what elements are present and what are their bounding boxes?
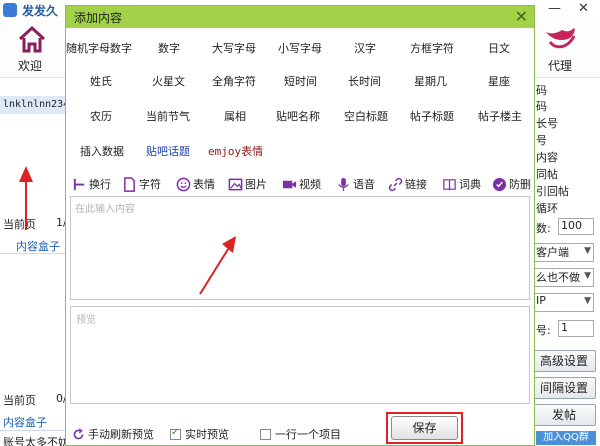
proxy-label[interactable]: 代理	[548, 57, 572, 74]
book-icon	[443, 178, 456, 190]
refresh-icon	[73, 427, 84, 439]
close-icon[interactable]: ✕	[578, 1, 589, 16]
preview-placeholder: 预览	[76, 315, 96, 326]
link-button[interactable]: 链接	[388, 173, 427, 195]
account-hint-text: 账号太多不妨	[3, 436, 69, 446]
right-item: 码	[536, 84, 547, 97]
dialog-bottom-bar: 手动刷新预览 实时预览 一行一个项目	[66, 420, 534, 446]
realtime-preview-checkbox[interactable]: 实时预览	[170, 426, 229, 442]
font-button[interactable]: 字符	[122, 173, 161, 195]
one-per-line-checkbox[interactable]: 一行一个项目	[260, 426, 341, 442]
red-arrow-up-left	[19, 166, 33, 230]
format-toolbar: 换行 字符 表情 图片 视频 语音 链接 词典 防删	[70, 173, 532, 195]
ip-select[interactable]: IP ▼	[532, 293, 594, 312]
mode-select[interactable]: 么也不做 ▼	[532, 268, 594, 287]
num-label: 号:	[536, 324, 551, 337]
tag-fullwidth[interactable]: 全角字符	[212, 73, 256, 89]
num-input[interactable]: 1	[558, 320, 594, 337]
left-panel: lnklnlnn234 当前页 1/ 内容盒子 当前页 0/ 内容盒子 账号太多…	[0, 78, 69, 446]
right-item: 长号	[536, 117, 558, 130]
preview-area: 预览	[70, 306, 530, 404]
chevron-down-icon: ▼	[584, 246, 591, 256]
right-item: 码	[536, 100, 547, 113]
tag-uppercase[interactable]: 大写字母	[212, 40, 256, 56]
tag-martian[interactable]: 火星文	[152, 73, 185, 89]
close-icon[interactable]: ✕	[515, 7, 528, 26]
count-input[interactable]: 100	[558, 218, 594, 235]
voice-button[interactable]: 语音	[336, 173, 375, 195]
right-panel: 码 码 长号 号 内容 同帖 引回帖 循环 数: 100 客户端 ▼ 么也不做 ▼ …	[530, 78, 600, 446]
smile-icon	[176, 177, 191, 191]
chevron-down-icon: ▼	[584, 271, 591, 281]
join-qq-button[interactable]: 加入QQ群	[536, 431, 596, 445]
newline-button[interactable]: 换行	[72, 173, 111, 195]
content-input-area[interactable]	[70, 196, 530, 300]
checkbox-icon[interactable]	[260, 428, 271, 440]
right-item: 引回帖	[536, 185, 569, 198]
right-item: 同帖	[536, 168, 558, 181]
count-label: 数:	[536, 222, 551, 235]
tag-long-time[interactable]: 长时间	[348, 73, 381, 89]
right-item: 循环	[536, 202, 558, 215]
anti-delete-button[interactable]: 防删	[492, 173, 531, 195]
image-button[interactable]: 图片	[228, 173, 267, 195]
checkbox-checked-icon[interactable]	[170, 427, 181, 440]
emjoy-button[interactable]: emjoy表情	[208, 143, 263, 159]
chevron-down-icon: ▼	[584, 296, 591, 306]
red-arrow-up-right	[199, 236, 236, 295]
app-logo-icon	[3, 3, 17, 17]
tag-short-time[interactable]: 短时间	[284, 73, 317, 89]
tag-japanese[interactable]: 日文	[488, 40, 510, 56]
tag-weekday[interactable]: 星期几	[414, 73, 447, 89]
tag-chinese-zodiac[interactable]: 属相	[224, 108, 246, 124]
tag-tieba-name[interactable]: 贴吧名称	[276, 108, 320, 124]
tag-lowercase[interactable]: 小写字母	[278, 40, 322, 56]
interval-settings-button[interactable]: 间隔设置	[532, 377, 596, 399]
home-icon[interactable]	[12, 24, 52, 54]
tieba-topic-button[interactable]: 贴吧话题	[146, 143, 190, 159]
save-button[interactable]: 保存	[391, 416, 458, 440]
tag-number[interactable]: 数字	[158, 40, 180, 56]
advanced-settings-button[interactable]: 高级设置	[532, 350, 596, 372]
app-title: 发发久	[22, 4, 59, 18]
minimize-icon[interactable]: —	[548, 1, 561, 16]
dialog-title: 添加内容	[74, 11, 123, 25]
bird-icon[interactable]	[540, 24, 580, 54]
font-icon	[124, 176, 135, 192]
newline-icon	[73, 178, 85, 190]
right-item: 内容	[536, 151, 558, 164]
video-button[interactable]: 视频	[282, 173, 321, 195]
right-item: 号	[536, 134, 547, 147]
microphone-icon	[338, 177, 349, 191]
tag-lunar[interactable]: 农历	[90, 108, 112, 124]
client-select[interactable]: 客户端 ▼	[532, 243, 594, 262]
welcome-label[interactable]: 欢迎	[18, 57, 42, 74]
emoji-button[interactable]: 表情	[176, 173, 215, 195]
image-icon	[228, 178, 243, 190]
tag-hanzi[interactable]: 汉字	[354, 40, 376, 56]
current-page-label-2: 当前页	[3, 394, 36, 407]
tag-box-char[interactable]: 方框字符	[410, 40, 454, 56]
insert-data-button[interactable]: 插入数据	[80, 143, 124, 159]
dictionary-button[interactable]: 词典	[442, 173, 481, 195]
content-textarea[interactable]	[71, 197, 529, 299]
tag-random-alnum[interactable]: 随机字母数字	[66, 40, 132, 56]
tag-solar-term[interactable]: 当前节气	[146, 108, 190, 124]
dialog-title-bar[interactable]: 添加内容 ✕	[66, 6, 534, 28]
tag-post-title[interactable]: 帖子标题	[410, 108, 454, 124]
tag-post-owner[interactable]: 帖子楼主	[478, 108, 522, 124]
tag-surname[interactable]: 姓氏	[90, 73, 112, 89]
content-box-tab[interactable]: 内容盒子	[16, 238, 60, 254]
add-content-dialog: 添加内容 ✕ 随机字母数字 数字 大写字母 小写字母 汉字 方框字符 日文 姓氏…	[65, 5, 535, 446]
anti-delete-icon	[492, 177, 507, 191]
content-box-tab-2[interactable]: 内容盒子	[3, 414, 47, 430]
tag-blank-title[interactable]: 空白标题	[344, 108, 388, 124]
account-field-text[interactable]: lnklnlnn234	[3, 99, 69, 110]
tag-zodiac[interactable]: 星座	[488, 73, 510, 89]
video-icon	[282, 180, 297, 188]
manual-refresh-button[interactable]: 手动刷新预览	[72, 426, 154, 442]
post-button[interactable]: 发帖	[532, 404, 596, 426]
link-icon	[388, 177, 403, 191]
